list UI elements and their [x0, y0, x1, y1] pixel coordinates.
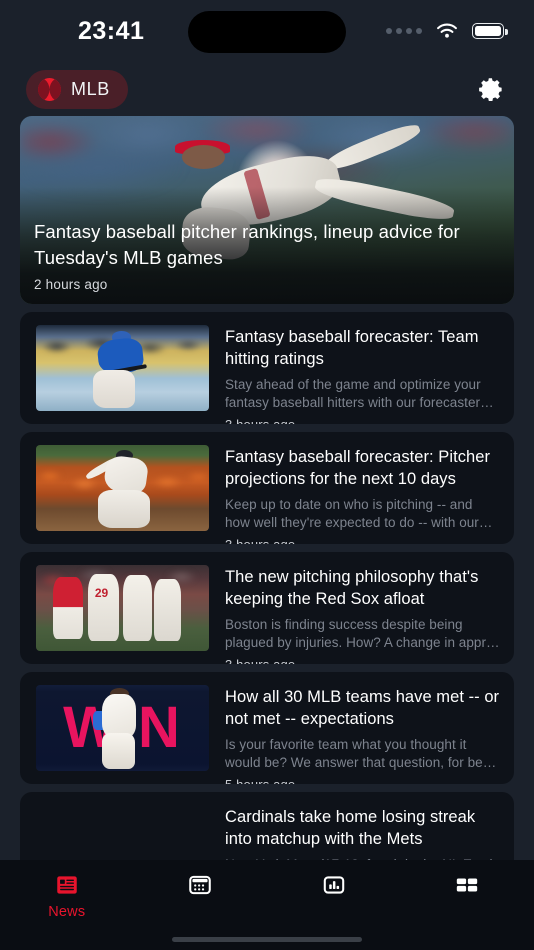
article-title: Fantasy baseball forecaster: Team hittin…: [225, 328, 479, 368]
wifi-icon: [437, 23, 457, 38]
list-item[interactable]: 29 The new pitching philosophy that's ke…: [20, 552, 514, 664]
article-text-block: The new pitching philosophy that's keepi…: [225, 565, 500, 664]
article-text-block: Cardinals take home losing streak into m…: [225, 805, 500, 860]
article-thumbnail: [36, 805, 209, 860]
article-description: Boston is finding success despite being …: [225, 616, 500, 650]
tab-scores[interactable]: [134, 872, 268, 904]
article-description: Is your favorite team what you thought i…: [225, 736, 497, 770]
signal-dots-icon: [386, 28, 422, 34]
hero-article-card[interactable]: Fantasy baseball pitcher rankings, lineu…: [20, 116, 514, 304]
article-title: Cardinals take home losing streak into m…: [225, 808, 476, 848]
list-item[interactable]: Fantasy baseball forecaster: Pitcher pro…: [20, 432, 514, 544]
article-thumbnail: 29: [36, 565, 209, 651]
baseball-icon: [38, 77, 61, 101]
tab-stats[interactable]: [267, 872, 401, 904]
list-item[interactable]: Cardinals take home losing streak into m…: [20, 792, 514, 860]
status-bar-indicators: [386, 22, 508, 40]
article-description: Keep up to date on who is pitching -- an…: [225, 496, 493, 530]
news-feed[interactable]: Fantasy baseball pitcher rankings, lineu…: [0, 116, 534, 860]
gear-icon: [478, 77, 502, 101]
hero-article-timestamp: 2 hours ago: [34, 277, 108, 292]
article-timestamp: 5 hours ago: [225, 777, 500, 784]
article-timestamp: 3 hours ago: [225, 417, 500, 424]
tab-news[interactable]: News: [0, 872, 134, 920]
list-item[interactable]: WIN How all 30 MLB teams have met -- or …: [20, 672, 514, 784]
bottom-tab-bar: News: [0, 860, 534, 950]
dynamic-island: [188, 11, 346, 53]
app-screen: 23:41 MLB Fantasy baseball pitcher ranki…: [0, 0, 534, 950]
article-text-block: Fantasy baseball forecaster: Pitcher pro…: [225, 445, 500, 544]
league-badge-label: MLB: [71, 78, 110, 99]
article-text-block: Fantasy baseball forecaster: Team hittin…: [225, 325, 500, 424]
article-thumbnail: [36, 445, 209, 531]
article-thumbnail: [36, 325, 209, 411]
home-indicator: [172, 937, 362, 942]
article-timestamp: 3 hours ago: [225, 657, 500, 664]
article-thumbnail: WIN: [36, 685, 209, 771]
tab-label-news: News: [48, 904, 86, 920]
status-bar-clock: 23:41: [78, 16, 145, 45]
article-description: Stay ahead of the game and optimize your…: [225, 376, 494, 410]
list-item[interactable]: Fantasy baseball forecaster: Team hittin…: [20, 312, 514, 424]
tab-more[interactable]: [401, 872, 534, 904]
status-bar: 23:41: [0, 0, 534, 62]
news-icon: [57, 876, 77, 894]
jersey-number: 29: [94, 585, 109, 600]
article-title: Fantasy baseball forecaster: Pitcher pro…: [225, 448, 491, 488]
hero-text-block: Fantasy baseball pitcher rankings, lineu…: [34, 219, 500, 292]
battery-full-icon: [472, 23, 508, 39]
app-header: MLB: [0, 62, 534, 116]
stats-chart-icon: [323, 876, 344, 894]
article-title: How all 30 MLB teams have met -- or not …: [225, 688, 500, 728]
settings-button[interactable]: [474, 72, 508, 106]
grid-more-icon: [457, 878, 478, 892]
hero-article-title: Fantasy baseball pitcher rankings, lineu…: [34, 221, 460, 268]
article-title: The new pitching philosophy that's keepi…: [225, 568, 479, 608]
article-timestamp: 3 hours ago: [225, 537, 500, 544]
scores-calendar-icon: [189, 875, 212, 895]
league-badge-mlb[interactable]: MLB: [26, 69, 128, 109]
article-text-block: How all 30 MLB teams have met -- or not …: [225, 685, 500, 784]
